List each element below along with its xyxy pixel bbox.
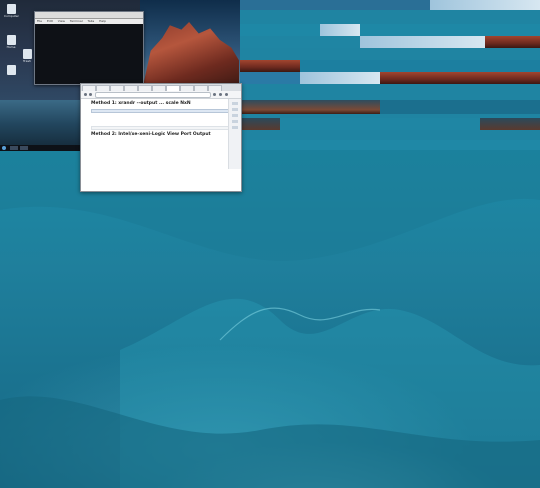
browser-window[interactable]: Method 1: xrandr --output ... scale NxN …: [80, 83, 242, 192]
menu-view[interactable]: View: [58, 19, 65, 23]
code-block[interactable]: [91, 126, 231, 130]
desktop-icon-home[interactable]: Home: [4, 35, 18, 49]
taskbar-item[interactable]: [10, 146, 18, 150]
glitch-strip: [240, 118, 540, 130]
terminal-menubar: File Edit View Terminal Tabs Help: [35, 19, 143, 24]
glitch-sky-band: [360, 36, 485, 48]
document-icon: [6, 65, 16, 75]
back-icon[interactable]: [84, 93, 87, 96]
code-block[interactable]: [91, 109, 231, 113]
bookmark-icon[interactable]: [213, 93, 216, 96]
desktop-icon-computer[interactable]: Computer: [4, 4, 19, 18]
menu-icon[interactable]: [225, 93, 228, 96]
glitch-strip: [240, 24, 540, 36]
sidebar-widget[interactable]: [232, 126, 238, 129]
screenshot-gap: [91, 115, 231, 124]
page-sidebar: [228, 99, 241, 169]
folder-icon: [6, 35, 16, 45]
taskbar-item[interactable]: [20, 146, 28, 150]
glitch-rock-band: [380, 72, 540, 84]
right-monitor-glitched: [240, 0, 540, 150]
url-bar[interactable]: [95, 92, 211, 98]
menu-help[interactable]: Help: [99, 19, 106, 23]
method-2-heading: Method 2: Intel/xe-xeni-Logic View Port …: [91, 132, 211, 137]
monitor-icon: [6, 4, 16, 14]
wallpaper-wave-shape: [0, 150, 540, 488]
glitch-rock-band: [240, 100, 380, 114]
glitch-strip: [240, 140, 540, 150]
sidebar-widget[interactable]: [232, 114, 238, 117]
glitch-rock-band: [485, 36, 540, 48]
browser-toolbar: [81, 91, 241, 99]
desktop-icon-document[interactable]: [4, 65, 18, 75]
browser-tab-strip: [81, 84, 241, 92]
glitch-strip: [240, 100, 540, 114]
menu-file[interactable]: File: [37, 19, 42, 23]
sidebar-widget[interactable]: [232, 102, 238, 105]
glitch-rock-band: [240, 118, 280, 130]
glitch-rock-band: [480, 118, 540, 130]
glitch-sky-band: [430, 0, 540, 10]
start-menu-icon[interactable]: [2, 146, 6, 150]
glitch-strip: [240, 36, 540, 48]
menu-edit[interactable]: Edit: [47, 19, 53, 23]
page-content[interactable]: Method 1: xrandr --output ... scale NxN …: [81, 99, 241, 191]
sidebar-widget[interactable]: [232, 108, 238, 111]
sidebar-widget[interactable]: [232, 120, 238, 123]
desktop-icon-label: Computer: [4, 14, 19, 18]
method-1-heading: Method 1: xrandr --output ... scale NxN: [91, 101, 191, 106]
glitch-rock-band: [240, 60, 300, 72]
glitch-strip: [240, 0, 540, 10]
menu-terminal[interactable]: Terminal: [70, 19, 83, 23]
terminal-window[interactable]: File Edit View Terminal Tabs Help: [34, 11, 144, 85]
glitch-sky-band: [300, 72, 380, 84]
glitch-strip: [240, 72, 540, 84]
forward-icon[interactable]: [89, 93, 92, 96]
menu-tabs[interactable]: Tabs: [88, 19, 95, 23]
trash-icon: [22, 49, 32, 59]
desktop-icon-trash[interactable]: Trash: [20, 49, 34, 63]
terminal-titlebar[interactable]: [35, 12, 143, 19]
download-icon[interactable]: [219, 93, 222, 96]
desktop-icon-label: Trash: [23, 59, 31, 63]
desktop-icon-label: Home: [6, 45, 16, 49]
glitch-sky-band: [320, 24, 360, 36]
glitch-strip: [240, 60, 540, 72]
